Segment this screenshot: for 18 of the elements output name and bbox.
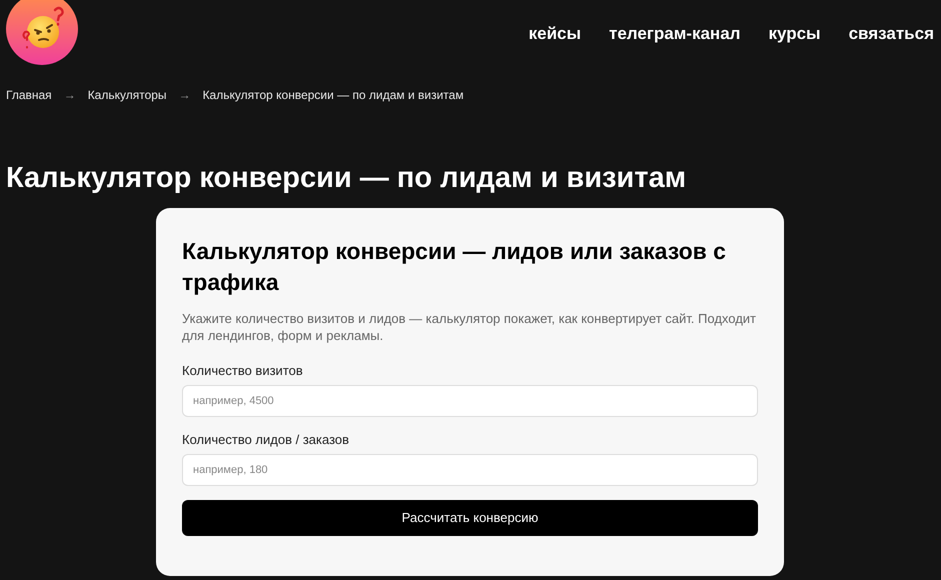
page-title: Калькулятор конверсии — по лидам и визитам xyxy=(6,161,688,196)
field-label: Количество лидов / заказов xyxy=(182,431,350,448)
field-label: Количество визитов xyxy=(182,362,304,379)
nav-link[interactable]: телеграм-канал xyxy=(609,21,740,46)
input-field[interactable]: например, 180 xyxy=(182,454,758,486)
breadcrumb-link[interactable]: Главная xyxy=(6,86,52,104)
breadcrumb-link[interactable]: Калькулятор конверсии — по лидам и визитам xyxy=(202,86,464,104)
nav-link[interactable]: связаться xyxy=(848,21,934,46)
nav-link[interactable]: кейсы xyxy=(528,21,581,46)
calculate-button[interactable]: Рассчитать конверсию xyxy=(182,500,758,536)
nav-link[interactable]: курсы xyxy=(768,21,821,46)
input-field[interactable]: например, 4500 xyxy=(182,385,758,417)
breadcrumb-separator: → xyxy=(178,87,191,104)
breadcrumb-separator: → xyxy=(64,87,76,104)
logo-drawing[interactable] xyxy=(5,0,79,66)
breadcrumb-link[interactable]: Калькуляторы xyxy=(88,86,167,104)
card-title: Калькулятор конверсии — лидов или заказов с трафика xyxy=(182,237,727,297)
card-description: Укажите количество визитов и лидов — калькулятор покажет, как конвертирует сайт. Подходит для лендингов, форм и рекламы. xyxy=(182,310,757,344)
